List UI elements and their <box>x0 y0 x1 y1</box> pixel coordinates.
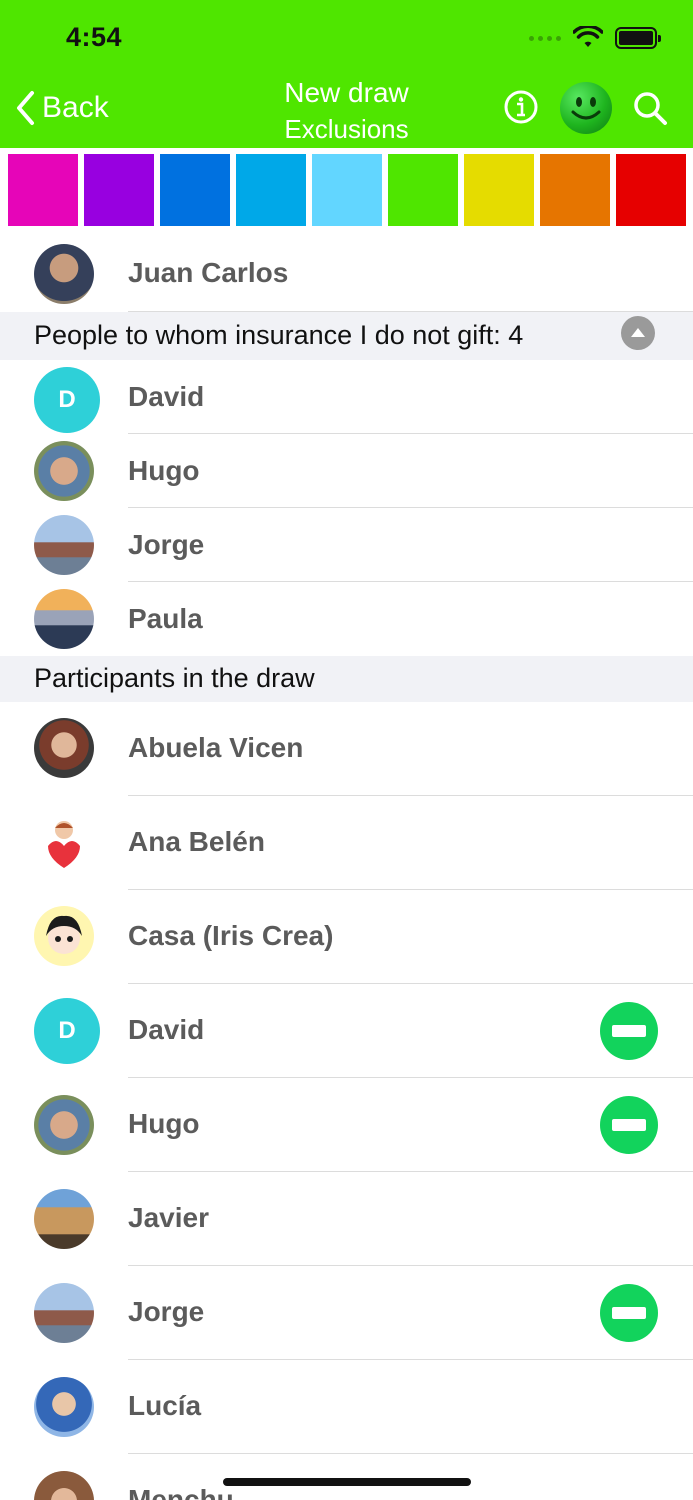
remove-exclusion-button[interactable] <box>600 1002 658 1060</box>
avatar <box>34 1377 94 1437</box>
item-name: David <box>128 381 205 412</box>
list-item[interactable]: Jorge <box>0 508 693 582</box>
item-name: Ana Belén <box>128 826 265 857</box>
swatch-green[interactable] <box>388 154 458 226</box>
item-name: Abuela Vicen <box>128 732 304 763</box>
swatch-blue[interactable] <box>160 154 230 226</box>
item-name: Lucía <box>128 1390 202 1421</box>
excluded-section-label: People to whom insurance I do not gift: … <box>34 320 524 350</box>
owner-row: Juan Carlos <box>0 228 693 312</box>
signal-icon <box>529 26 561 50</box>
item-name: Javier <box>128 1202 209 1233</box>
avatar: D <box>34 998 100 1064</box>
swatch-sky[interactable] <box>236 154 306 226</box>
avatar <box>34 1283 94 1343</box>
avatar <box>34 515 94 575</box>
list-item[interactable]: Menchu <box>0 1454 693 1500</box>
swatch-light-blue[interactable] <box>312 154 382 226</box>
status-time: 4:54 <box>66 22 123 52</box>
chevron-left-icon <box>17 91 34 125</box>
item-name: Jorge <box>128 1296 205 1327</box>
item-name: Jorge <box>128 529 205 560</box>
list-item[interactable]: Hugo <box>0 434 693 508</box>
item-name: Hugo <box>128 1108 200 1139</box>
avatar <box>34 1471 94 1500</box>
page-title: New draw Exclusions <box>240 76 453 148</box>
list-item[interactable]: Jorge <box>0 1266 693 1360</box>
list-item[interactable]: Ana Belén <box>0 796 693 890</box>
search-icon[interactable] <box>631 89 669 127</box>
item-name: David <box>128 1014 205 1045</box>
list-item[interactable]: D David <box>0 360 693 434</box>
title: New draw <box>284 77 409 108</box>
wifi-icon <box>573 26 603 47</box>
smiley-icon[interactable] <box>560 82 612 134</box>
list-item[interactable]: Paula <box>0 582 693 656</box>
list-item[interactable]: Casa (Iris Crea) <box>0 890 693 984</box>
back-button[interactable]: Back <box>14 90 109 126</box>
avatar <box>34 589 94 649</box>
list-item[interactable]: Javier <box>0 1172 693 1266</box>
item-name: Menchu <box>128 1484 234 1500</box>
excluded-section-header: People to whom insurance I do not gift: … <box>0 312 693 360</box>
avatar <box>34 906 94 966</box>
item-name: Casa (Iris Crea) <box>128 920 334 951</box>
chevron-up-icon <box>631 328 645 337</box>
navigation-bar: 4:54 Back New draw Exclusions <box>0 0 693 148</box>
remove-exclusion-button[interactable] <box>600 1284 658 1342</box>
remove-exclusion-button[interactable] <box>600 1096 658 1154</box>
list-item[interactable]: Lucía <box>0 1360 693 1454</box>
avatar <box>34 812 94 872</box>
color-swatches <box>8 154 688 226</box>
list-item[interactable]: Abuela Vicen <box>0 702 693 796</box>
list-item[interactable]: Hugo <box>0 1078 693 1172</box>
avatar <box>34 1189 94 1249</box>
item-name: Hugo <box>128 455 200 486</box>
swatch-purple[interactable] <box>84 154 154 226</box>
back-label: Back <box>42 91 109 124</box>
collapse-button[interactable] <box>621 316 655 350</box>
avatar <box>34 441 94 501</box>
info-icon[interactable] <box>503 89 539 125</box>
item-name: Paula <box>128 603 203 634</box>
avatar <box>34 718 94 778</box>
battery-icon <box>615 27 661 49</box>
status-icons <box>529 26 661 50</box>
subtitle: Exclusions <box>284 114 409 144</box>
avatar <box>34 1095 94 1155</box>
swatch-red[interactable] <box>616 154 686 226</box>
swatch-magenta[interactable] <box>8 154 78 226</box>
avatar: D <box>34 367 100 433</box>
avatar <box>34 244 94 304</box>
swatch-orange[interactable] <box>540 154 610 226</box>
owner-name: Juan Carlos <box>128 257 289 288</box>
swatch-yellow[interactable] <box>464 154 534 226</box>
participants-section-header: Participants in the draw <box>0 656 693 702</box>
home-indicator <box>223 1478 471 1486</box>
participants-section-label: Participants in the draw <box>34 663 315 693</box>
list-item[interactable]: D David <box>0 984 693 1078</box>
